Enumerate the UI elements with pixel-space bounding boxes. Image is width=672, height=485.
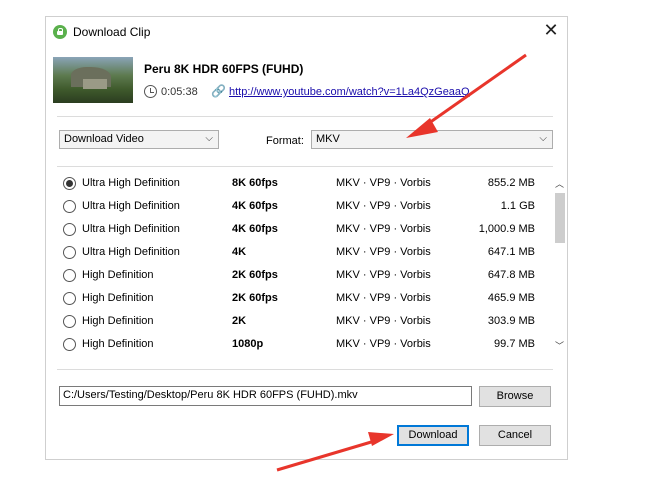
cancel-button[interactable]: Cancel	[479, 425, 551, 446]
link-icon: 🔗	[211, 84, 226, 98]
title-bar: Download Clip ✕	[46, 17, 567, 47]
clip-thumbnail	[53, 57, 133, 103]
save-path-input[interactable]: C:/Users/Testing/Desktop/Peru 8K HDR 60F…	[59, 386, 472, 406]
resolution-label: 8K 60fps	[232, 177, 278, 189]
chevron-down-icon: ⌵	[539, 133, 547, 144]
download-clip-dialog: Download Clip ✕ Peru 8K HDR 60FPS (FUHD)…	[45, 16, 568, 460]
definition-label: Ultra High Definition	[82, 177, 180, 189]
codec-label: MKV · VP9 · Vorbis	[336, 246, 431, 258]
quality-radio[interactable]	[63, 223, 76, 236]
resolution-label: 2K 60fps	[232, 269, 278, 281]
format-select[interactable]: MKV ⌵	[311, 130, 553, 149]
quality-radio[interactable]	[63, 315, 76, 328]
size-label: 1.1 GB	[500, 200, 535, 212]
scroll-up-icon[interactable]: ︿	[555, 177, 564, 190]
format-value: MKV	[316, 133, 340, 145]
resolution-label: 2K 60fps	[232, 292, 278, 304]
quality-radio[interactable]	[63, 246, 76, 259]
quality-option-row[interactable]: Ultra High Definition 4K MKV · VP9 · Vor…	[58, 241, 553, 264]
quality-option-row[interactable]: High Definition 2K 60fps MKV · VP9 · Vor…	[58, 264, 553, 287]
quality-option-row[interactable]: Ultra High Definition 8K 60fps MKV · VP9…	[58, 172, 553, 195]
quality-radio[interactable]	[63, 200, 76, 213]
definition-label: High Definition	[82, 338, 154, 350]
size-label: 855.2 MB	[487, 177, 535, 189]
size-label: 647.8 MB	[487, 269, 535, 281]
quality-radio[interactable]	[63, 338, 76, 351]
clip-title: Peru 8K HDR 60FPS (FUHD)	[144, 62, 304, 76]
definition-label: Ultra High Definition	[82, 246, 180, 258]
quality-option-row[interactable]: High Definition 1080p MKV · VP9 · Vorbis…	[58, 333, 553, 356]
clock-icon	[144, 85, 157, 98]
definition-label: High Definition	[82, 315, 154, 327]
codec-label: MKV · VP9 · Vorbis	[336, 200, 431, 212]
clip-url-link[interactable]: http://www.youtube.com/watch?v=1La4QzGea…	[229, 86, 471, 98]
chevron-down-icon: ⌵	[205, 133, 213, 144]
quality-option-row[interactable]: Ultra High Definition 4K 60fps MKV · VP9…	[58, 218, 553, 241]
window-title: Download Clip	[73, 25, 151, 39]
download-type-value: Download Video	[64, 133, 144, 145]
quality-option-row[interactable]: Ultra High Definition 4K 60fps MKV · VP9…	[58, 195, 553, 218]
download-button[interactable]: Download	[397, 425, 469, 446]
resolution-label: 4K 60fps	[232, 200, 278, 212]
definition-label: High Definition	[82, 292, 154, 304]
app-lock-icon	[53, 25, 67, 39]
clip-duration: 0:05:38	[161, 86, 198, 98]
resolution-label: 4K	[232, 246, 247, 258]
codec-label: MKV · VP9 · Vorbis	[336, 223, 431, 235]
size-label: 303.9 MB	[487, 315, 535, 327]
codec-label: MKV · VP9 · Vorbis	[336, 269, 431, 281]
resolution-label: 4K 60fps	[232, 223, 278, 235]
download-type-select[interactable]: Download Video ⌵	[59, 130, 219, 149]
quality-radio-selected[interactable]	[63, 177, 76, 190]
resolution-label: 1080p	[232, 338, 264, 350]
definition-label: High Definition	[82, 269, 154, 281]
browse-button[interactable]: Browse	[479, 386, 551, 407]
divider	[57, 369, 553, 370]
quality-radio[interactable]	[63, 292, 76, 305]
scroll-down-icon[interactable]: ﹀	[555, 339, 564, 352]
format-label: Format:	[266, 135, 304, 147]
codec-label: MKV · VP9 · Vorbis	[336, 292, 431, 304]
quality-options-list: Ultra High Definition 8K 60fps MKV · VP9…	[58, 172, 553, 355]
definition-label: Ultra High Definition	[82, 223, 180, 235]
definition-label: Ultra High Definition	[82, 200, 180, 212]
scrollbar-thumb[interactable]	[555, 193, 565, 243]
quality-radio[interactable]	[63, 269, 76, 282]
codec-label: MKV · VP9 · Vorbis	[336, 177, 431, 189]
size-label: 99.7 MB	[494, 338, 535, 350]
size-label: 1,000.9 MB	[478, 223, 535, 235]
quality-option-row[interactable]: High Definition 2K 60fps MKV · VP9 · Vor…	[58, 287, 553, 310]
size-label: 465.9 MB	[487, 292, 535, 304]
divider	[57, 116, 553, 117]
codec-label: MKV · VP9 · Vorbis	[336, 315, 431, 327]
list-scrollbar[interactable]: ︿ ﹀	[553, 175, 567, 353]
codec-label: MKV · VP9 · Vorbis	[336, 338, 431, 350]
divider	[57, 166, 553, 167]
size-label: 647.1 MB	[487, 246, 535, 258]
resolution-label: 2K	[232, 315, 247, 327]
quality-option-row[interactable]: High Definition 2K MKV · VP9 · Vorbis 30…	[58, 310, 553, 333]
close-icon[interactable]: ✕	[543, 21, 559, 39]
